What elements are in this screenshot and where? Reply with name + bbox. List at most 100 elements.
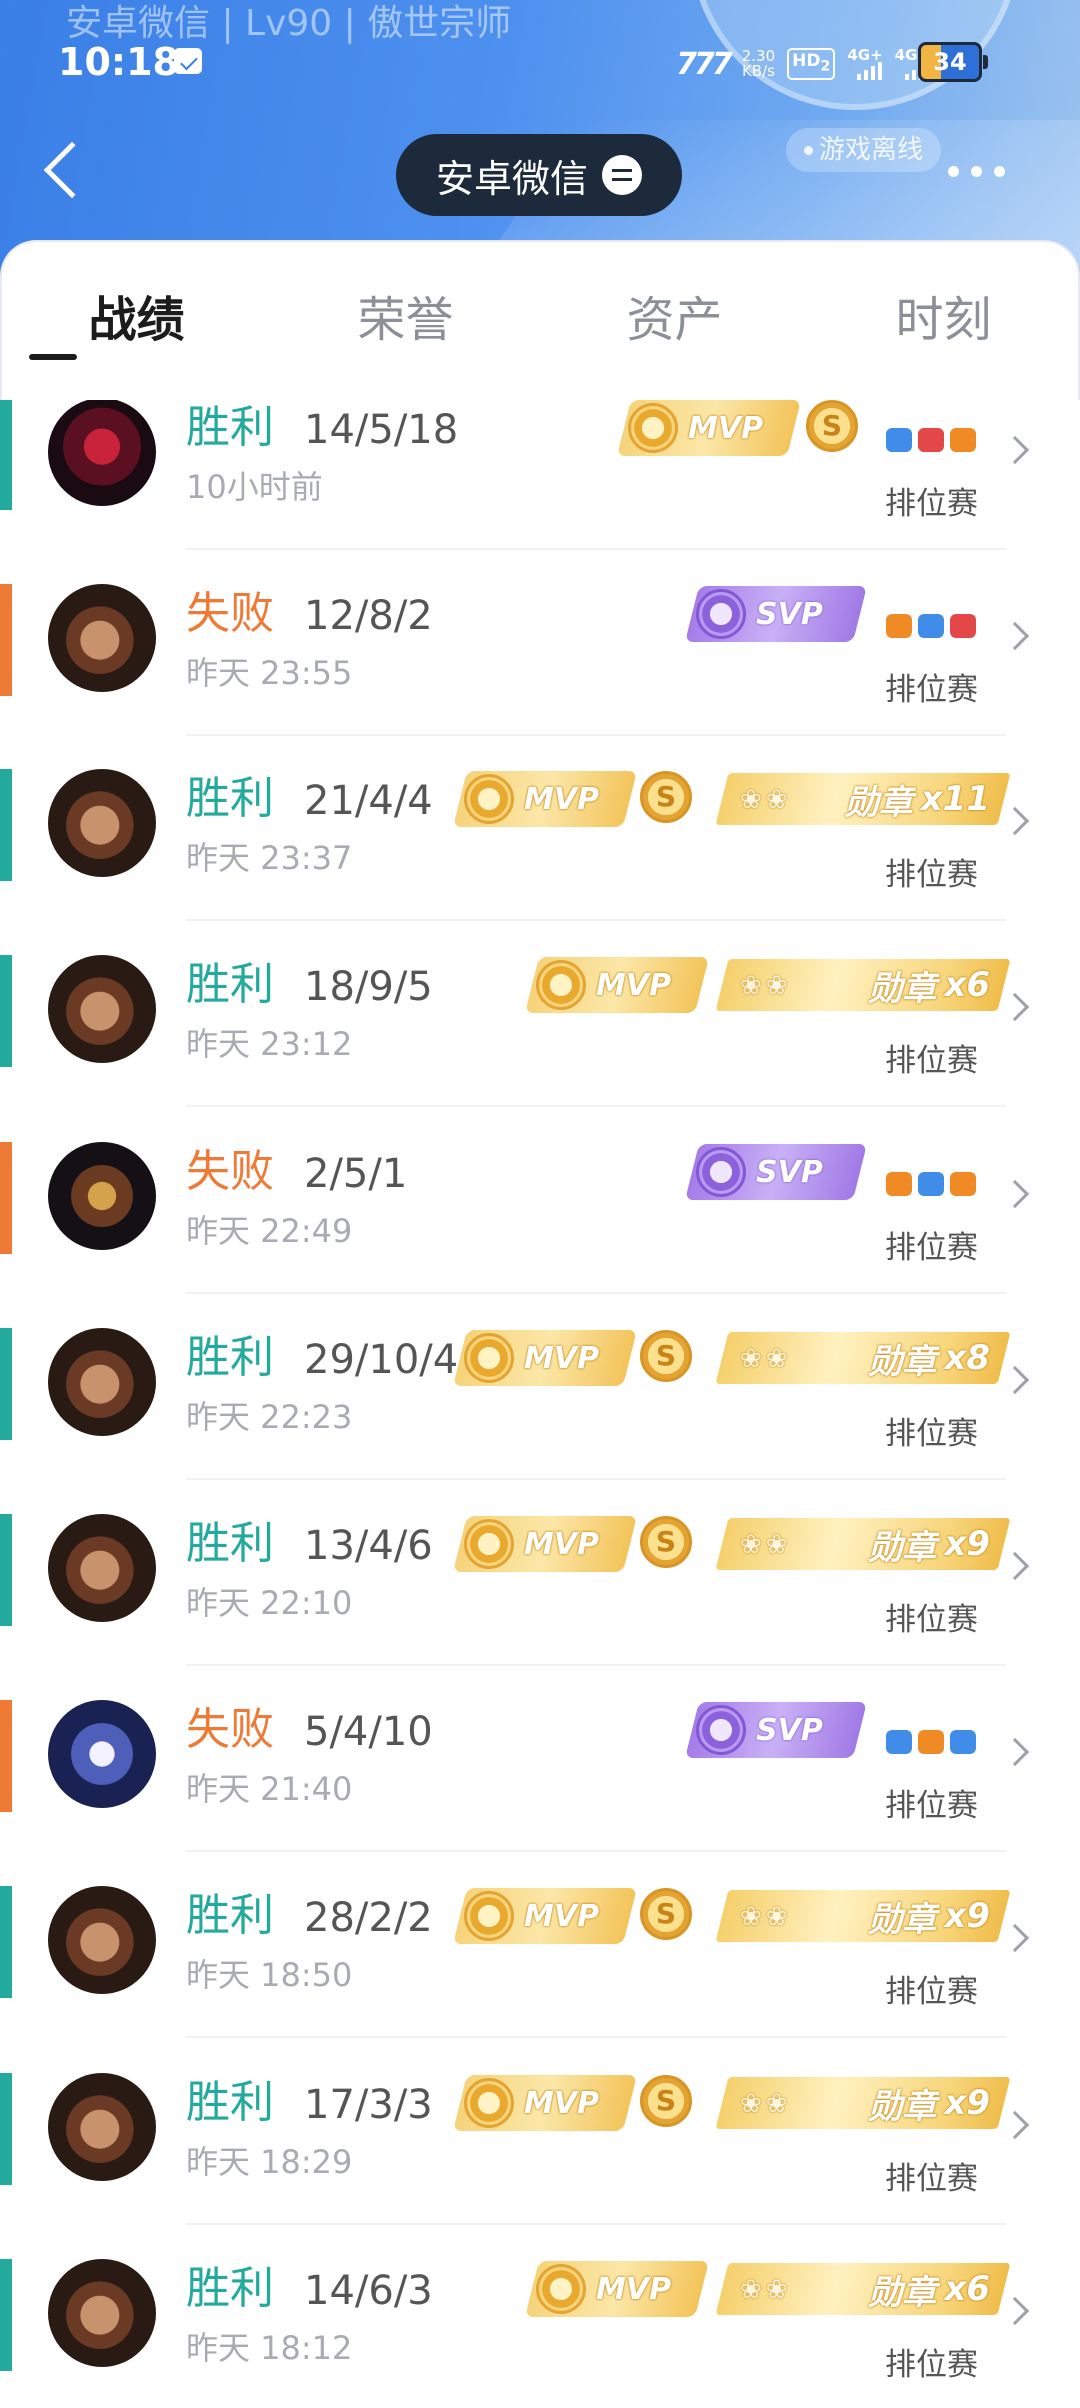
mvp-medal-icon: [536, 2264, 586, 2314]
tab-honor[interactable]: 荣誉: [271, 242, 540, 400]
match-result: 胜利: [186, 773, 274, 824]
s-coin-icon: S: [640, 2075, 692, 2127]
medal-badge: ❀❀ 勋章 x9: [715, 1890, 1011, 1942]
svp-badge: SVP: [685, 586, 867, 642]
swap-icon: [602, 155, 642, 195]
svp-medal-icon: [696, 1147, 746, 1197]
hero-avatar: [48, 1142, 156, 1250]
s-coin-icon: S: [640, 1888, 692, 1940]
medal-label: 勋章: [868, 1341, 937, 1382]
match-time: 昨天 18:29: [186, 2143, 353, 2181]
match-mode: 排位赛: [885, 1602, 978, 1638]
match-row[interactable]: 失败 2/5/1 昨天 22:49 排位赛 SVP: [0, 1142, 1080, 1334]
match-mode: 排位赛: [885, 1230, 978, 1266]
hero-avatar: [48, 2259, 156, 2367]
offline-status-badge: 游戏离线: [786, 128, 942, 172]
tab-moments[interactable]: 时刻: [809, 242, 1078, 400]
medal-badge: ❀❀ 勋章 x8: [715, 1332, 1011, 1384]
match-row[interactable]: 胜利 28/2/2 昨天 18:50 排位赛 MVP S ❀❀ 勋章 x9: [0, 1886, 1080, 2078]
result-indicator-bar: [0, 1886, 12, 1998]
mvp-label: MVP: [524, 1526, 600, 1562]
medal-deco-icon: ❀❀: [740, 1902, 792, 1932]
mvp-badge: MVP: [525, 957, 709, 1013]
match-row[interactable]: 失败 5/4/10 昨天 21:40 排位赛 SVP: [0, 1700, 1080, 1892]
medal-count: x8: [944, 1338, 990, 1378]
mvp-medal-icon: [628, 403, 678, 453]
mvp-label: MVP: [524, 2085, 600, 2121]
match-row[interactable]: 胜利 13/4/6 昨天 22:10 排位赛 MVP S ❀❀ 勋章 x9: [0, 1514, 1080, 1706]
match-row[interactable]: 胜利 18/9/5 昨天 23:12 排位赛 MVP ❀❀ 勋章 x6: [0, 955, 1080, 1147]
mvp-badge: MVP: [453, 1516, 637, 1572]
match-result: 胜利: [186, 1890, 274, 1941]
mvp-badge: MVP: [453, 771, 637, 827]
status-bar-right: 777 2.30 KB/s HD2 4G+ 4G+: [676, 44, 930, 84]
rune-icons: [886, 1172, 976, 1196]
result-indicator-bar: [0, 769, 12, 881]
match-time: 昨天 22:10: [186, 1584, 353, 1622]
network-logo: 777: [676, 46, 733, 82]
match-kda: 18/9/5: [304, 964, 433, 1010]
row-divider: [186, 2036, 1006, 2038]
match-time: 昨天 22:23: [186, 1398, 353, 1436]
tab-record[interactable]: 战绩: [2, 242, 271, 400]
account-switch-button[interactable]: 安卓微信: [396, 134, 682, 216]
medal-count: x9: [944, 1524, 990, 1564]
medal-deco-icon: ❀❀: [740, 1344, 792, 1374]
tab-bar: 战绩 荣誉 资产 时刻: [0, 240, 1080, 400]
match-result: 胜利: [186, 2077, 274, 2128]
mvp-badge: MVP: [453, 1888, 637, 1944]
medal-count: x9: [944, 1896, 990, 1936]
medal-deco-icon: ❀❀: [740, 2089, 792, 2119]
mvp-badge: MVP: [453, 1330, 637, 1386]
tab-assets[interactable]: 资产: [540, 242, 809, 400]
medal-label: 勋章: [868, 2272, 937, 2313]
mvp-badge: MVP: [453, 2075, 637, 2131]
signal-1-label: 4G+: [847, 46, 883, 64]
match-row[interactable]: 胜利 14/5/18 10小时前 排位赛 MVP S: [0, 400, 1080, 590]
row-divider: [186, 2223, 1006, 2225]
row-divider: [186, 1850, 1006, 1852]
match-row[interactable]: 胜利 29/10/4 昨天 22:23 排位赛 MVP S ❀❀ 勋章 x8: [0, 1328, 1080, 1520]
rune-icon: [886, 1730, 912, 1754]
match-row[interactable]: 胜利 14/6/3 昨天 18:12 排位赛 MVP ❀❀ 勋章 x6: [0, 2259, 1080, 2408]
match-row[interactable]: 胜利 21/4/4 昨天 23:37 排位赛 MVP S ❀❀ 勋章 x11: [0, 769, 1080, 961]
more-options-icon[interactable]: [948, 166, 1005, 177]
match-row[interactable]: 失败 12/8/2 昨天 23:55 排位赛 SVP: [0, 584, 1080, 776]
match-kda: 28/2/2: [304, 1895, 433, 1941]
hero-avatar: [48, 1328, 156, 1436]
rune-icons: [886, 428, 976, 452]
match-kda: 14/5/18: [304, 407, 459, 453]
match-time: 昨天 23:12: [186, 1025, 353, 1063]
back-arrow-icon[interactable]: [43, 141, 101, 199]
medal-deco-icon: ❀❀: [740, 2275, 792, 2305]
medal-badge: ❀❀ 勋章 x9: [715, 1518, 1011, 1570]
rune-icons: [886, 1730, 976, 1754]
match-time: 昨天 21:40: [186, 1770, 353, 1808]
network-speed: 2.30 KB/s: [742, 49, 775, 79]
hero-avatar: [48, 1514, 156, 1622]
medal-deco-icon: ❀❀: [740, 785, 792, 815]
match-kda: 2/5/1: [304, 1151, 408, 1197]
match-mode: 排位赛: [885, 2347, 978, 2383]
mvp-medal-icon: [464, 1333, 514, 1383]
chevron-right-icon: [1000, 806, 1030, 836]
match-row[interactable]: 胜利 17/3/3 昨天 18:29 排位赛 MVP S ❀❀ 勋章 x9: [0, 2073, 1080, 2265]
page-title: 安卓微信: [435, 156, 588, 201]
svp-label: SVP: [756, 1712, 823, 1748]
result-indicator-bar: [0, 584, 12, 696]
mvp-label: MVP: [524, 1898, 600, 1934]
rune-icon: [918, 614, 944, 638]
match-time: 10小时前: [186, 468, 323, 506]
medal-count: x11: [920, 779, 990, 819]
result-indicator-bar: [0, 2259, 12, 2371]
s-coin-icon: S: [640, 1330, 692, 1382]
battery-icon: 34: [918, 42, 988, 82]
result-indicator-bar: [0, 1514, 12, 1626]
match-kda: 13/4/6: [304, 1523, 433, 1569]
match-kda: 14/6/3: [304, 2268, 433, 2314]
mvp-label: MVP: [524, 781, 600, 817]
medal-count: x6: [944, 965, 990, 1005]
result-indicator-bar: [0, 1328, 12, 1440]
chevron-right-icon: [1000, 2296, 1030, 2326]
hero-avatar: [48, 1886, 156, 1994]
